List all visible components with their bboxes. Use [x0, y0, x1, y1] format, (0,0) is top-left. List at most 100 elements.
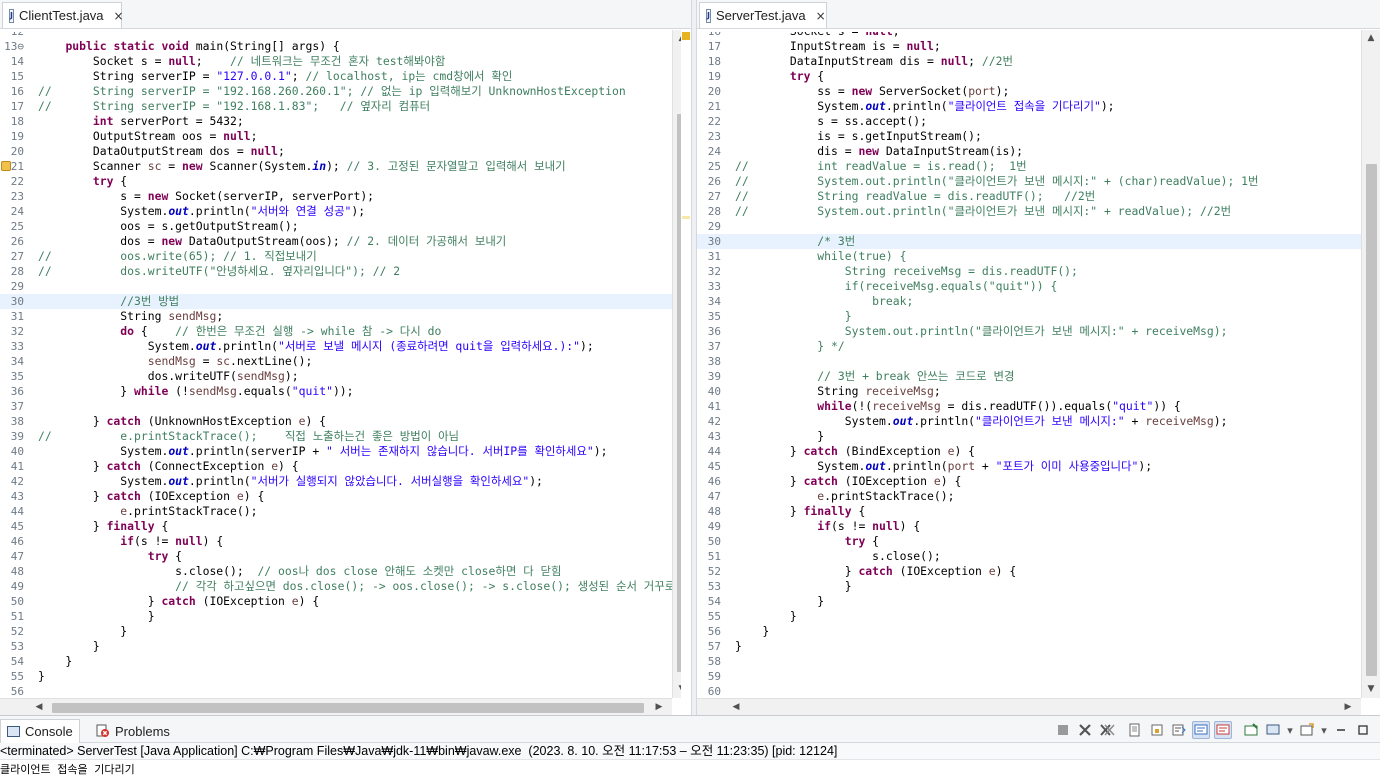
show-on-stdout-icon[interactable]	[1192, 721, 1210, 739]
code-text[interactable]: s = new Socket(serverIP, serverPort);	[38, 189, 374, 204]
code-line[interactable]: 33 if(receiveMsg.equals("quit")) {	[697, 279, 1361, 294]
open-console-icon[interactable]	[1298, 721, 1316, 739]
code-line[interactable]: 23 s = new Socket(serverIP, serverPort);	[0, 189, 672, 204]
overview-ruler[interactable]	[681, 30, 691, 698]
code-text[interactable]: }	[38, 669, 45, 684]
code-line[interactable]: 48 } finally {	[697, 504, 1361, 519]
code-text[interactable]: System.out.println("클라이언트가 보낸 메시지:" + re…	[735, 324, 1228, 339]
show-on-stderr-icon[interactable]	[1214, 721, 1232, 739]
code-line[interactable]: 22 s = ss.accept();	[697, 114, 1361, 129]
code-text[interactable]: dos = new DataOutputStream(oos); // 2. 데…	[38, 234, 506, 249]
maximize-icon[interactable]	[1354, 721, 1372, 739]
code-text[interactable]: } catch (UnknownHostException e) {	[38, 414, 326, 429]
code-text[interactable]: try {	[735, 69, 824, 84]
warning-marker[interactable]	[682, 32, 690, 40]
code-text[interactable]: try {	[735, 534, 879, 549]
code-line[interactable]: 24 System.out.println("서버와 연결 성공");	[0, 204, 672, 219]
scroll-right-icon[interactable]: ▶	[1339, 699, 1357, 715]
code-text[interactable]: dis = new DataInputStream(is);	[735, 144, 1023, 159]
scroll-up-icon[interactable]: ▲	[1362, 30, 1380, 47]
code-text[interactable]: s.close(); // oos나 dos close 안해도 소켓만 clo…	[38, 564, 561, 579]
client-code-area[interactable]: 1213⊖ public static void main(String[] a…	[0, 32, 672, 698]
horizontal-scrollbar[interactable]: ◀ ▶	[0, 698, 672, 715]
scroll-lock-icon[interactable]	[1148, 721, 1166, 739]
clear-console-icon[interactable]	[1126, 721, 1144, 739]
code-text[interactable]: }	[735, 429, 824, 444]
code-text[interactable]: Scanner sc = new Scanner(System.in); // …	[38, 159, 566, 174]
code-line[interactable]: 14 Socket s = null; // 네트워크는 무조건 혼자 test…	[0, 54, 672, 69]
code-text[interactable]: s.close();	[735, 549, 941, 564]
code-line[interactable]: 27 // String readValue = dis.readUTF(); /…	[697, 189, 1361, 204]
code-line[interactable]: 24 dis = new DataInputStream(is);	[697, 144, 1361, 159]
code-text[interactable]: // System.out.println("클라이언트가 보낸 메시지:" +…	[735, 204, 1231, 219]
code-text[interactable]: System.out.println("클라이언트 접속을 기다리기");	[735, 99, 1114, 114]
code-line[interactable]: 53 }	[0, 639, 672, 654]
code-line[interactable]: 53 }	[697, 579, 1361, 594]
scroll-down-icon[interactable]: ▼	[1362, 681, 1380, 698]
console-output[interactable]: 클라이언트 접속을 기다리기	[0, 761, 1380, 778]
scroll-left-icon[interactable]: ◀	[727, 699, 745, 715]
code-line[interactable]: 56	[0, 684, 672, 698]
code-text[interactable]: if(s != null) {	[735, 519, 920, 534]
code-line[interactable]: 45 System.out.println(port + "포트가 이미 사용중…	[697, 459, 1361, 474]
code-text[interactable]: InputStream is = null;	[735, 39, 941, 54]
code-line[interactable]: 29	[0, 279, 672, 294]
code-line[interactable]: 18 DataInputStream dis = null; //2번	[697, 54, 1361, 69]
code-line[interactable]: 16 Socket s = null;	[697, 32, 1361, 39]
code-line[interactable]: 49 if(s != null) {	[697, 519, 1361, 534]
code-text[interactable]: } */	[735, 339, 844, 354]
scrollbar-thumb[interactable]	[52, 703, 644, 713]
code-line[interactable]: 42 System.out.println("클라이언트가 보낸 메시지:" +…	[697, 414, 1361, 429]
tab-console[interactable]: Console	[0, 719, 80, 743]
code-line[interactable]: 17 InputStream is = null;	[697, 39, 1361, 54]
code-line[interactable]: 55}	[0, 669, 672, 684]
code-text[interactable]: } catch (IOException e) {	[38, 489, 264, 504]
code-line[interactable]: 57}	[697, 639, 1361, 654]
code-line[interactable]: 59	[697, 669, 1361, 684]
code-line[interactable]: 30 //3번 방법	[0, 294, 672, 309]
code-line[interactable]: 19 try {	[697, 69, 1361, 84]
code-line[interactable]: 15 String serverIP = "127.0.0.1"; // loc…	[0, 69, 672, 84]
code-line[interactable]: 46 } catch (IOException e) {	[697, 474, 1361, 489]
code-line[interactable]: 43 } catch (IOException e) {	[0, 489, 672, 504]
code-text[interactable]: System.out.println(port + "포트가 이미 사용중입니다…	[735, 459, 1152, 474]
code-text[interactable]: break;	[735, 294, 913, 309]
code-text[interactable]: oos = s.getOutputStream();	[38, 219, 298, 234]
close-icon[interactable]: ×	[114, 9, 124, 23]
code-text[interactable]: // int readValue = is.read(); 1번	[735, 159, 1027, 174]
code-line[interactable]: 31 while(true) {	[697, 249, 1361, 264]
code-text[interactable]: // 각각 하고싶으면 dos.close(); -> oos.close();…	[38, 579, 672, 594]
code-line[interactable]: 44 } catch (BindException e) {	[697, 444, 1361, 459]
code-line[interactable]: 42 System.out.println("서버가 실행되지 않았습니다. 서…	[0, 474, 672, 489]
code-text[interactable]: if(receiveMsg.equals("quit")) {	[735, 279, 1058, 294]
code-line[interactable]: 30 /* 3번	[697, 234, 1361, 249]
code-text[interactable]: String serverIP = "127.0.0.1"; // localh…	[38, 69, 513, 84]
code-text[interactable]: OutputStream oos = null;	[38, 129, 258, 144]
horizontal-scrollbar[interactable]: ◀ ▶	[697, 698, 1361, 715]
code-text[interactable]: public static void main(String[] args) {	[38, 39, 339, 54]
code-text[interactable]: ss = new ServerSocket(port);	[735, 84, 1009, 99]
code-line[interactable]: 48 s.close(); // oos나 dos close 안해도 소켓만 …	[0, 564, 672, 579]
code-line[interactable]: 33 System.out.println("서버로 보낼 메시지 (종료하려면…	[0, 339, 672, 354]
code-line[interactable]: 18 int serverPort = 5432;	[0, 114, 672, 129]
code-text[interactable]: while(!(receiveMsg = dis.readUTF()).equa…	[735, 399, 1181, 414]
display-console-icon[interactable]	[1264, 721, 1282, 739]
code-line[interactable]: 60	[697, 684, 1361, 698]
code-line[interactable]: 39 // 3번 + break 안쓰는 코드로 변경	[697, 369, 1361, 384]
code-line[interactable]: 43 }	[697, 429, 1361, 444]
code-line[interactable]: 25 oos = s.getOutputStream();	[0, 219, 672, 234]
code-line[interactable]: 31 String sendMsg;	[0, 309, 672, 324]
code-text[interactable]: // 3번 + break 안쓰는 코드로 변경	[735, 369, 1014, 384]
code-text[interactable]: System.out.println("서버로 보낼 메시지 (종료하려면 qu…	[38, 339, 594, 354]
code-line[interactable]: 41 while(!(receiveMsg = dis.readUTF()).e…	[697, 399, 1361, 414]
code-text[interactable]: } finally {	[38, 519, 168, 534]
code-line[interactable]: 20 DataOutputStream dos = null;	[0, 144, 672, 159]
code-line[interactable]: 29	[697, 219, 1361, 234]
code-text[interactable]: is = s.getInputStream();	[735, 129, 982, 144]
code-line[interactable]: 47 e.printStackTrace();	[697, 489, 1361, 504]
code-line[interactable]: 51 }	[0, 609, 672, 624]
code-text[interactable]: System.out.println(serverIP + " 서버는 존재하지…	[38, 444, 607, 459]
code-line[interactable]: 36 System.out.println("클라이언트가 보낸 메시지:" +…	[697, 324, 1361, 339]
code-line[interactable]: 54 }	[697, 594, 1361, 609]
code-text[interactable]: }	[735, 309, 852, 324]
